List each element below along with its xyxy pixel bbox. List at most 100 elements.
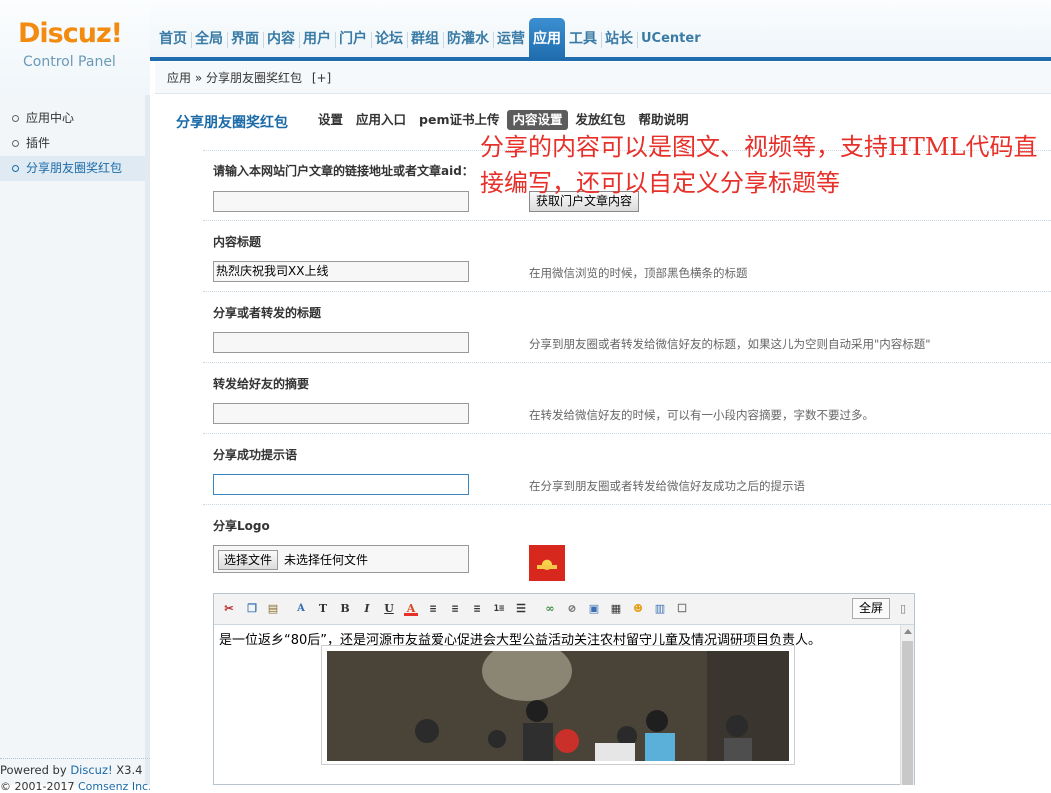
nav-group[interactable]: 群组 <box>407 18 444 60</box>
editor-scrollbar[interactable] <box>900 625 914 785</box>
form-row-content-title: 内容标题 热烈庆祝我司XX上线 在用微信浏览的时候，顶部黑色横条的标题 <box>203 220 1051 291</box>
text-color-icon[interactable]: A <box>404 602 418 616</box>
scroll-up-icon[interactable] <box>904 629 912 634</box>
editor-toolbar: ✂ ❐ ▤ A T B I U A ≡ ≡ ≡ 1≡ ☰ ∞ ⊘ ▣ ▦ ☻ ▥… <box>214 594 914 625</box>
ordered-list-icon[interactable]: 1≡ <box>492 602 506 616</box>
editor-image-frame[interactable] <box>321 645 795 765</box>
event-photo <box>327 651 789 761</box>
nav-tools[interactable]: 工具 <box>565 18 602 60</box>
font-size-icon[interactable]: T <box>316 602 330 616</box>
bullet-icon <box>12 115 19 122</box>
image-icon[interactable]: ▣ <box>587 602 601 616</box>
copyright-company-link[interactable]: Comsenz Inc. <box>78 780 150 793</box>
success-message-label: 分享成功提示语 <box>213 448 298 462</box>
success-message-input[interactable] <box>213 474 469 495</box>
smiley-icon[interactable]: ☻ <box>631 602 645 616</box>
video-icon[interactable]: ▦ <box>609 602 623 616</box>
tab-content-settings[interactable]: 内容设置 <box>507 110 568 130</box>
add-to-menu-button[interactable]: [+] <box>312 71 331 85</box>
content-title-input[interactable]: 热烈庆祝我司XX上线 <box>213 261 469 282</box>
tab-app-entry[interactable]: 应用入口 <box>351 110 411 130</box>
logo-file-input[interactable]: 选择文件 未选择任何文件 <box>213 545 469 573</box>
source-code-icon[interactable]: ▯ <box>896 602 910 616</box>
sidebar-item-label: 分享朋友圈奖红包 <box>26 161 123 175</box>
sidebar-item-label: 插件 <box>26 136 51 150</box>
underline-icon[interactable]: U <box>382 602 396 616</box>
sidebar-item-plugins[interactable]: 插件 <box>0 131 145 156</box>
paste-icon[interactable]: ▤ <box>266 602 280 616</box>
summary-hint: 在转发给微信好友的时候，可以有一小段内容摘要，字数不要过多。 <box>529 408 874 422</box>
nav-founder[interactable]: 站长 <box>601 18 638 60</box>
share-title-hint: 分享到朋友圈或者转发给微信好友的标题，如果这儿为空则自动采用"内容标题" <box>529 337 931 351</box>
sidebar-item-share-redpacket[interactable]: 分享朋友圈奖红包 <box>0 156 145 181</box>
success-message-hint: 在分享到朋友圈或者转发给微信好友成功之后的提示语 <box>529 479 805 493</box>
share-title-input[interactable] <box>213 332 469 353</box>
logo-text: Discuz! <box>18 18 123 49</box>
nav-forum[interactable]: 论坛 <box>371 18 408 60</box>
form-row-share-logo: 分享Logo 选择文件 未选择任何文件 <box>203 504 1051 589</box>
tab-send-redpacket[interactable]: 发放红包 <box>571 110 631 130</box>
nav-plugin[interactable]: 应用 <box>529 18 565 60</box>
scroll-thumb[interactable] <box>902 641 913 785</box>
nav-safe[interactable]: 防灌水 <box>443 18 494 60</box>
red-annotation-text: 分享的内容可以是图文、视频等，支持HTML代码直接编写，还可以自定义分享标题等 <box>480 133 1038 197</box>
copyright: © 2001-2017 Comsenz Inc. <box>0 780 150 793</box>
copyright-prefix: © 2001-2017 <box>0 780 78 793</box>
event-photo-art <box>327 651 789 761</box>
align-left-icon[interactable]: ≡ <box>426 602 440 616</box>
nav-content[interactable]: 内容 <box>263 18 300 60</box>
form-row-summary: 转发给好友的摘要 在转发给微信好友的时候，可以有一小段内容摘要，字数不要过多。 <box>203 362 1051 433</box>
nav-ucenter[interactable]: UCenter <box>637 18 705 60</box>
copy-icon[interactable]: ❐ <box>245 602 259 616</box>
nav-extended[interactable]: 运营 <box>493 18 529 60</box>
discuz-logo[interactable]: Discuz! Control Panel <box>0 0 150 95</box>
breadcrumb: 应用 » 分享朋友圈奖红包 [+] <box>155 62 1051 94</box>
sidebar: 应用中心 插件 分享朋友圈奖红包 Powered by Discuz! X3.4… <box>0 95 150 793</box>
align-right-icon[interactable]: ≡ <box>470 602 484 616</box>
breadcrumb-path[interactable]: 应用 » 分享朋友圈奖红包 <box>167 71 302 85</box>
nav-global[interactable]: 全局 <box>191 18 228 60</box>
nav-portal[interactable]: 门户 <box>335 18 372 60</box>
form-row-share-title: 分享或者转发的标题 分享到朋友圈或者转发给微信好友的标题，如果这儿为空则自动采用… <box>203 291 1051 362</box>
summary-label: 转发给好友的摘要 <box>213 377 310 391</box>
file-status: 未选择任何文件 <box>284 553 369 567</box>
content-title-hint: 在用微信浏览的时候，顶部黑色横条的标题 <box>529 266 748 280</box>
checkbox-icon[interactable]: ☐ <box>675 602 689 616</box>
logo-subtitle: Control Panel <box>23 54 116 70</box>
italic-icon[interactable]: I <box>360 602 374 616</box>
nav-underline <box>150 57 1051 61</box>
tab-settings[interactable]: 设置 <box>313 110 348 130</box>
rich-text-editor: ✂ ❐ ▤ A T B I U A ≡ ≡ ≡ 1≡ ☰ ∞ ⊘ ▣ ▦ ☻ ▥… <box>213 593 915 785</box>
tab-pem-upload[interactable]: pem证书上传 <box>414 110 504 130</box>
bullet-icon <box>12 165 19 172</box>
fullscreen-button[interactable]: 全屏 <box>852 598 891 619</box>
choose-file-button[interactable]: 选择文件 <box>218 550 279 570</box>
logo-preview-image <box>529 545 565 581</box>
unordered-list-icon[interactable]: ☰ <box>514 602 528 616</box>
powered-version: X3.4 <box>112 763 143 777</box>
link-icon[interactable]: ∞ <box>543 602 557 616</box>
attachment-icon[interactable]: ▥ <box>653 602 667 616</box>
sidebar-item-app-center[interactable]: 应用中心 <box>0 106 145 131</box>
align-center-icon[interactable]: ≡ <box>448 602 462 616</box>
article-url-input[interactable] <box>213 191 469 212</box>
cut-icon[interactable]: ✂ <box>222 602 236 616</box>
tab-help[interactable]: 帮助说明 <box>634 110 694 130</box>
plugin-title: 分享朋友圈奖红包 <box>176 115 288 131</box>
powered-prefix: Powered by <box>0 763 71 777</box>
summary-input[interactable] <box>213 403 469 424</box>
bullet-icon <box>12 140 19 147</box>
bold-icon[interactable]: B <box>338 602 352 616</box>
content-title-label: 内容标题 <box>213 235 262 249</box>
nav-home[interactable]: 首页 <box>155 18 192 60</box>
nav-user[interactable]: 用户 <box>299 18 336 60</box>
share-title-label: 分享或者转发的标题 <box>213 306 322 320</box>
powered-brand-link[interactable]: Discuz! <box>70 763 112 777</box>
top-navigation: 首页 全局 界面 内容 用户 门户 论坛 群组 防灌水 运营 应用 工具 站长 … <box>155 18 705 60</box>
unlink-icon[interactable]: ⊘ <box>565 602 579 616</box>
sidebar-item-label: 应用中心 <box>26 111 75 125</box>
nav-style[interactable]: 界面 <box>227 18 264 60</box>
plugin-tabs: 设置 应用入口 pem证书上传 内容设置 发放红包 帮助说明 <box>313 110 697 130</box>
share-logo-label: 分享Logo <box>213 519 270 533</box>
font-family-icon[interactable]: A <box>294 602 308 616</box>
